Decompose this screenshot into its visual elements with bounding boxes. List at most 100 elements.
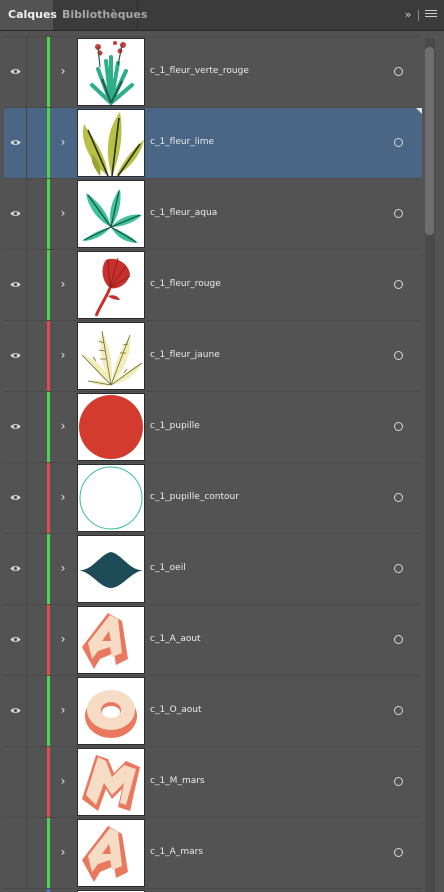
header-divider	[418, 10, 419, 21]
layer-color-bar	[47, 392, 50, 462]
layer-color-bar	[47, 534, 50, 604]
layer-row[interactable]: › c_1_fleur_lime	[4, 107, 422, 178]
layer-name[interactable]: c_1_fleur_aqua	[150, 206, 217, 220]
layer-row[interactable]: › c_1_A_mars	[4, 817, 422, 888]
chevron-right-icon[interactable]: ›	[56, 348, 70, 362]
target-circle-icon[interactable]	[394, 706, 403, 715]
layer-row[interactable]: › c_1_pupille	[4, 391, 422, 462]
eye-icon	[10, 211, 21, 216]
tab-bibliotheques[interactable]: Bibliothèques	[54, 0, 147, 30]
layer-row[interactable]: › c_1_fleur_aqua	[4, 178, 422, 249]
visibility-toggle[interactable]	[4, 747, 27, 817]
chevron-right-icon[interactable]: ›	[56, 419, 70, 433]
layer-name[interactable]: c_1_pupille	[150, 419, 200, 433]
target-circle-icon[interactable]	[394, 280, 403, 289]
layer-name[interactable]: c_1_oeil	[150, 561, 186, 575]
visibility-toggle[interactable]	[4, 250, 27, 320]
eye-shape-thumbnail	[77, 535, 145, 603]
lock-toggle[interactable]	[27, 747, 48, 817]
layer-row[interactable]: › c_1_M_mars	[4, 746, 422, 817]
lock-toggle[interactable]	[27, 676, 48, 746]
layer-color-bar	[47, 250, 50, 320]
target-circle-icon[interactable]	[394, 848, 403, 857]
chevron-right-icon[interactable]: ›	[56, 632, 70, 646]
visibility-toggle[interactable]	[4, 179, 27, 249]
layer-row[interactable]: › c_1_oeil	[4, 533, 422, 604]
lock-toggle[interactable]	[27, 321, 48, 391]
scrollbar-thumb[interactable]	[425, 47, 434, 235]
chevron-right-icon[interactable]: ›	[56, 277, 70, 291]
lock-toggle[interactable]	[27, 392, 48, 462]
double-chevron-right-icon[interactable]: ››	[400, 8, 414, 22]
layer-name[interactable]: c_1_fleur_jaune	[150, 348, 220, 362]
target-circle-icon[interactable]	[394, 138, 403, 147]
layer-name[interactable]: c_1_A_aout	[150, 632, 201, 646]
layer-name[interactable]: c_1_M_mars	[150, 774, 205, 788]
panel-header: Calques Bibliothèques ››	[0, 0, 444, 31]
lime-leaves-thumbnail	[77, 109, 145, 177]
lock-toggle[interactable]	[27, 463, 48, 533]
visibility-toggle[interactable]	[4, 108, 27, 178]
chevron-right-icon[interactable]: ›	[56, 206, 70, 220]
layer-name[interactable]: c_1_fleur_lime	[150, 135, 214, 149]
eye-icon	[10, 495, 21, 500]
chevron-right-icon[interactable]: ›	[56, 561, 70, 575]
target-circle-icon[interactable]	[394, 493, 403, 502]
lock-toggle[interactable]	[27, 250, 48, 320]
lock-toggle[interactable]	[27, 37, 48, 107]
chevron-right-icon[interactable]: ›	[56, 135, 70, 149]
lock-toggle[interactable]	[27, 534, 48, 604]
layer-row[interactable]: › c_1_A_aout	[4, 604, 422, 675]
visibility-toggle[interactable]	[4, 818, 27, 888]
chevron-right-icon[interactable]: ›	[56, 64, 70, 78]
layer-name[interactable]: c_1_fleur_rouge	[150, 277, 221, 291]
layer-row-partial	[4, 888, 422, 892]
lock-toggle[interactable]	[27, 179, 48, 249]
visibility-toggle[interactable]	[4, 463, 27, 533]
letter-a-3d-thumbnail	[77, 819, 145, 887]
target-circle-icon[interactable]	[394, 777, 403, 786]
layer-color-bar	[47, 747, 50, 817]
visibility-toggle[interactable]	[4, 37, 27, 107]
eye-icon	[10, 69, 21, 74]
eye-icon	[10, 282, 21, 287]
layer-name[interactable]: c_1_A_mars	[150, 845, 203, 859]
target-circle-icon[interactable]	[394, 635, 403, 644]
layer-row[interactable]: › c_1_fleur_verte_rouge	[4, 36, 422, 107]
visibility-toggle[interactable]	[4, 605, 27, 675]
target-circle-icon[interactable]	[394, 67, 403, 76]
visibility-toggle[interactable]	[4, 534, 27, 604]
visibility-toggle[interactable]	[4, 676, 27, 746]
letter-a-3d-thumbnail	[77, 606, 145, 674]
layer-color-bar	[47, 605, 50, 675]
target-circle-icon[interactable]	[394, 422, 403, 431]
lock-toggle[interactable]	[27, 605, 48, 675]
chevron-right-icon[interactable]: ›	[56, 845, 70, 859]
visibility-toggle[interactable]	[4, 392, 27, 462]
letter-o-3d-thumbnail	[77, 677, 145, 745]
layer-color-bar	[47, 321, 50, 391]
target-circle-icon[interactable]	[394, 351, 403, 360]
layer-name[interactable]: c_1_pupille_contour	[150, 490, 239, 504]
layer-row[interactable]: › c_1_fleur_jaune	[4, 320, 422, 391]
eye-icon	[10, 424, 21, 429]
layer-row[interactable]: › c_1_fleur_rouge	[4, 249, 422, 320]
layer-row[interactable]: › c_1_O_aout	[4, 675, 422, 746]
panel-menu-icon[interactable]	[425, 8, 437, 22]
tab-calques[interactable]: Calques	[0, 0, 57, 30]
target-circle-icon[interactable]	[394, 209, 403, 218]
circle-outline-thumbnail	[77, 464, 145, 532]
red-fan-flower-thumbnail	[77, 251, 145, 319]
chevron-right-icon[interactable]: ›	[56, 703, 70, 717]
lock-toggle[interactable]	[27, 818, 48, 888]
layer-name[interactable]: c_1_O_aout	[150, 703, 202, 717]
layer-color-bar	[47, 179, 50, 249]
chevron-right-icon[interactable]: ›	[56, 774, 70, 788]
layer-name[interactable]: c_1_fleur_verte_rouge	[150, 64, 249, 78]
visibility-toggle[interactable]	[4, 321, 27, 391]
lock-toggle[interactable]	[27, 108, 48, 178]
chevron-right-icon[interactable]: ›	[56, 490, 70, 504]
layer-row[interactable]: › c_1_pupille_contour	[4, 462, 422, 533]
target-circle-icon[interactable]	[394, 564, 403, 573]
eye-icon	[10, 353, 21, 358]
